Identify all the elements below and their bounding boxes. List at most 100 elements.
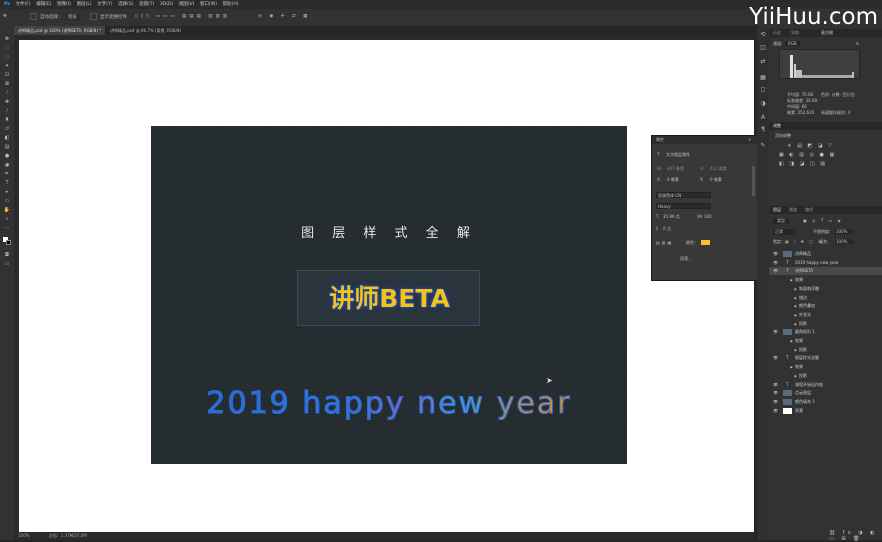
layer-bottom-icons[interactable]: ⛓ fx ◑ ◐ ▭ ⊞ 🗑 (829, 530, 882, 542)
swap-icon[interactable]: ⇄ (759, 58, 767, 65)
tab-document-1[interactable]: 讲师精品.psd @ 100% (讲师BETA, RGB/8) * (14, 26, 106, 35)
tab-layers[interactable]: 图层 (773, 206, 781, 214)
layer-kind-filter[interactable]: 类型 (773, 218, 789, 224)
visibility-eye-icon[interactable]: 👁 (773, 389, 778, 397)
leading-value[interactable]: 0 点 (663, 226, 671, 232)
auto-select-dropdown[interactable]: 图层 (66, 14, 79, 20)
effect-eye-icon[interactable]: ◉ (790, 337, 793, 345)
move-tool-icon[interactable]: ✥ (3, 14, 7, 19)
healing-icon[interactable]: ✚ (3, 99, 11, 105)
frame-icon[interactable]: ⊠ (3, 81, 11, 87)
fill-value[interactable]: 100% (835, 239, 854, 244)
shape-icon[interactable]: ▭ (3, 198, 11, 204)
brush-settings-icon[interactable]: ✎ (759, 142, 767, 149)
tab-channels[interactable]: 通道 (789, 206, 797, 214)
menu-select[interactable]: 选择(S) (118, 0, 133, 9)
effect-eye-icon[interactable]: ◉ (794, 346, 797, 354)
gradient-icon[interactable]: ▤ (3, 144, 11, 150)
zoom-icon[interactable]: ⌕ (3, 216, 11, 222)
menu-3d[interactable]: 3D(D) (160, 0, 173, 9)
layer-row[interactable]: ◉ 投影 (769, 320, 882, 328)
brush-icon[interactable]: ∕ (3, 108, 11, 114)
refresh-icon[interactable]: ↻ (856, 41, 859, 46)
tab-history[interactable]: 历史 (773, 29, 781, 37)
history-brush-icon[interactable]: ↺ (3, 126, 11, 132)
adjust-icon[interactable]: ◑ (759, 100, 767, 107)
effect-eye-icon[interactable]: ◉ (794, 311, 797, 319)
layer-row[interactable]: 👁 T 课程开始运作链 (769, 381, 882, 389)
paragraph-icon[interactable]: ¶ (759, 126, 767, 133)
layer-row[interactable]: 👁 点云图层 (769, 389, 882, 397)
effect-eye-icon[interactable]: ◉ (794, 294, 797, 302)
lock-icons[interactable]: ▦ ∕ ✥ ▢ ⊡ (785, 239, 824, 244)
menu-filter[interactable]: 滤镜(T) (139, 0, 154, 9)
adjustment-icons-row1[interactable]: ☀ ▤ ◩ ◪ ▽ (787, 143, 834, 149)
layer-row[interactable]: 👁 背景 (769, 407, 882, 415)
auto-select-checkbox[interactable] (30, 13, 37, 20)
font-weight-field[interactable]: Heavy (656, 203, 711, 209)
swatches-icon[interactable]: ▦ (759, 74, 767, 81)
adjustment-icons-row3[interactable]: ◧ ◨ ◪ ◫ ▨ (779, 161, 827, 167)
lasso-icon[interactable]: ◌ (3, 54, 11, 60)
layer-row[interactable]: 👁 T 图层样式全解 (769, 354, 882, 362)
visibility-eye-icon[interactable]: 👁 (773, 250, 778, 258)
menu-help[interactable]: 帮助(H) (223, 0, 239, 9)
eyedropper-icon[interactable]: ⁄ (3, 90, 11, 96)
crop-icon[interactable]: ⊡ (3, 72, 11, 78)
path-select-icon[interactable]: ▸ (3, 189, 11, 195)
paragraph-button[interactable]: 段落... (680, 256, 692, 262)
visibility-eye-icon[interactable]: 👁 (773, 259, 778, 267)
tab-navigator[interactable]: 导航 (791, 29, 799, 37)
channel-dropdown[interactable]: RGB (785, 41, 800, 46)
tracking-value[interactable]: 100 (704, 214, 712, 219)
menu-window[interactable]: 窗口(W) (200, 0, 217, 9)
blur-icon[interactable]: ● (3, 153, 11, 159)
layer-row[interactable]: ◉ 效果 (769, 276, 882, 284)
navigator-icon[interactable]: ◫ (759, 44, 767, 51)
screen-mode-icon[interactable]: ▭ (3, 261, 11, 267)
text-color-swatch[interactable] (701, 240, 710, 245)
y-value[interactable]: 0 像素 (710, 177, 722, 183)
layer-row[interactable]: 👁 讲师精品 (769, 250, 882, 258)
menu-edit[interactable]: 编辑(E) (36, 0, 51, 9)
effect-eye-icon[interactable]: ◉ (794, 320, 797, 328)
tab-histogram[interactable]: 直方图 (821, 29, 833, 37)
w-value[interactable]: 407 像素 (667, 166, 684, 172)
font-size-value[interactable]: 35.99 点 (663, 214, 680, 220)
dodge-icon[interactable]: ◕ (3, 162, 11, 168)
x-value[interactable]: 4 像素 (667, 177, 679, 183)
layer-row[interactable]: ◉ 斜面和浮雕 (769, 285, 882, 293)
properties-scrollbar[interactable] (752, 166, 755, 196)
layer-row[interactable]: ◉ 效果 (769, 363, 882, 371)
more-tools-icon[interactable]: ⋯ (3, 225, 11, 231)
effect-eye-icon[interactable]: ◉ (794, 285, 797, 293)
layer-row[interactable]: 👁 颜色填充 1 (769, 398, 882, 406)
pen-icon[interactable]: ✒ (3, 171, 11, 177)
font-family-field[interactable]: 思源黑体 CN (656, 192, 711, 198)
visibility-eye-icon[interactable]: 👁 (773, 328, 778, 336)
effect-eye-icon[interactable]: ◉ (790, 276, 793, 284)
tab-adjustments[interactable]: 调整 (773, 122, 781, 130)
effect-eye-icon[interactable]: ◉ (790, 363, 793, 371)
layer-row[interactable]: ◉ 描边 (769, 294, 882, 302)
menu-layer[interactable]: 图层(L) (77, 0, 92, 9)
effect-eye-icon[interactable]: ◉ (794, 372, 797, 380)
menu-file[interactable]: 文件(F) (16, 0, 31, 9)
hand-icon[interactable]: ✋ (3, 207, 11, 213)
move-icon[interactable]: ✥ (3, 36, 11, 42)
visibility-eye-icon[interactable]: 👁 (773, 354, 778, 362)
menu-ps-icon[interactable]: Ps (4, 0, 10, 9)
layer-row[interactable]: ◉ 颜色叠加 (769, 302, 882, 310)
layer-row[interactable]: ◉ 效果 (769, 337, 882, 345)
layer-row[interactable]: ◉ 投影 (769, 372, 882, 380)
marquee-icon[interactable]: ⬚ (3, 45, 11, 51)
type-icon[interactable]: T (3, 180, 11, 186)
zoom-level[interactable]: 100% (18, 533, 29, 538)
tab-document-2[interactable]: 讲师精品.psd @ 66.7% (背景, RGB/8) (106, 26, 185, 35)
adjustment-icons-row2[interactable]: ▣ ◐ ▥ ◎ ● ▦ (779, 152, 836, 158)
layer-filter-icons[interactable]: ▣ ◎ T ▭ ◈ (803, 218, 843, 223)
align-icons[interactable]: ▯▯▯ ▭▭▭ ▤▤▤ ▥▥▥ (135, 14, 230, 19)
magic-wand-icon[interactable]: ✦ (3, 63, 11, 69)
artwork[interactable]: 图 层 样 式 全 解 讲师BETA 2019 happy new year (151, 126, 627, 464)
paths-icon[interactable]: ◻ (759, 86, 767, 93)
